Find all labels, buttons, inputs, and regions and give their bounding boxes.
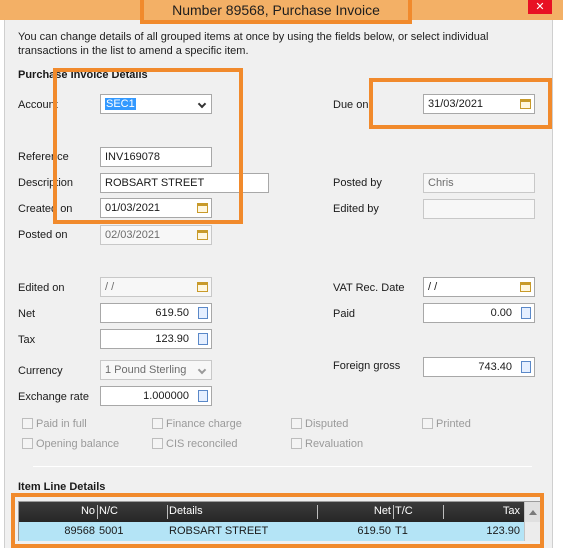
revaluation-label: Revaluation bbox=[305, 438, 364, 450]
edited-on-value: / / bbox=[105, 281, 115, 293]
calculator-icon[interactable] bbox=[521, 307, 531, 319]
close-icon: ✕ bbox=[535, 1, 545, 13]
tax-field[interactable]: 123.90 bbox=[100, 329, 212, 349]
posted-on-field: 02/03/2021 bbox=[100, 225, 212, 245]
posted-by-field: Chris bbox=[423, 173, 535, 193]
calculator-icon[interactable] bbox=[198, 333, 208, 345]
paid-value: 0.00 bbox=[490, 307, 512, 319]
posted-on-value: 02/03/2021 bbox=[105, 229, 161, 241]
checkbox-box bbox=[291, 418, 302, 429]
revaluation-checkbox[interactable]: Revaluation bbox=[291, 437, 363, 453]
paid-in-full-label: Paid in full bbox=[36, 418, 87, 430]
annotation-highlight-account bbox=[53, 68, 243, 224]
vat-rec-date-label: VAT Rec. Date bbox=[333, 282, 405, 294]
paid-in-full-checkbox[interactable]: Paid in full bbox=[22, 417, 87, 433]
paid-label: Paid bbox=[333, 308, 356, 320]
edited-by-field bbox=[423, 199, 535, 219]
finance-charge-label: Finance charge bbox=[166, 418, 242, 430]
disputed-checkbox[interactable]: Disputed bbox=[291, 417, 348, 433]
checkbox-box bbox=[291, 438, 302, 449]
posted-by-value: Chris bbox=[428, 177, 454, 189]
exchange-rate-label: Exchange rate bbox=[18, 391, 89, 403]
section-title-item-lines: Item Line Details bbox=[18, 481, 106, 493]
checkbox-box bbox=[422, 418, 433, 429]
annotation-highlight-due-on bbox=[369, 78, 552, 129]
posted-on-label: Posted on bbox=[18, 229, 68, 241]
calendar-icon[interactable] bbox=[520, 282, 531, 292]
opening-balance-label: Opening balance bbox=[36, 438, 120, 450]
disputed-label: Disputed bbox=[305, 418, 349, 430]
net-value: 619.50 bbox=[155, 307, 189, 319]
exchange-rate-field[interactable]: 1.000000 bbox=[100, 386, 212, 406]
window-edge bbox=[553, 20, 563, 548]
section-divider bbox=[33, 466, 532, 467]
finance-charge-checkbox[interactable]: Finance charge bbox=[152, 417, 242, 433]
foreign-gross-field[interactable]: 743.40 bbox=[423, 357, 535, 377]
intro-text: You can change details of all grouped it… bbox=[18, 31, 489, 57]
edited-on-field: / / bbox=[100, 277, 212, 297]
calculator-icon[interactable] bbox=[198, 307, 208, 319]
calculator-icon[interactable] bbox=[198, 390, 208, 402]
net-field[interactable]: 619.50 bbox=[100, 303, 212, 323]
cis-reconciled-checkbox[interactable]: CIS reconciled bbox=[152, 437, 238, 453]
annotation-highlight-title bbox=[140, 0, 412, 24]
account-label: Account bbox=[18, 99, 58, 111]
tax-value: 123.90 bbox=[155, 333, 189, 345]
vat-rec-date-value: / / bbox=[428, 281, 438, 293]
net-label: Net bbox=[18, 308, 36, 320]
printed-label: Printed bbox=[436, 418, 471, 430]
calendar-icon bbox=[197, 282, 208, 292]
vat-rec-date-field[interactable]: / / bbox=[423, 277, 535, 297]
printed-checkbox[interactable]: Printed bbox=[422, 417, 471, 433]
calculator-icon[interactable] bbox=[521, 361, 531, 373]
currency-select: 1 Pound Sterling bbox=[100, 360, 212, 380]
opening-balance-checkbox[interactable]: Opening balance bbox=[22, 437, 119, 453]
posted-by-label: Posted by bbox=[333, 177, 382, 189]
edited-on-label: Edited on bbox=[18, 282, 65, 294]
currency-value: 1 Pound Sterling bbox=[105, 364, 187, 376]
close-button[interactable]: ✕ bbox=[528, 0, 552, 14]
cis-reconciled-label: CIS reconciled bbox=[166, 438, 238, 450]
edited-by-label: Edited by bbox=[333, 203, 379, 215]
tax-label: Tax bbox=[18, 334, 36, 346]
checkbox-box bbox=[152, 438, 163, 449]
due-on-label: Due on bbox=[333, 99, 369, 111]
calendar-icon bbox=[197, 230, 208, 240]
annotation-highlight-item-lines bbox=[11, 493, 544, 548]
exchange-rate-value: 1.000000 bbox=[143, 390, 189, 402]
checkbox-box bbox=[22, 418, 33, 429]
checkbox-box bbox=[152, 418, 163, 429]
paid-field[interactable]: 0.00 bbox=[423, 303, 535, 323]
chevron-down-icon bbox=[197, 365, 207, 375]
foreign-gross-label: Foreign gross bbox=[333, 360, 401, 372]
foreign-gross-value: 743.40 bbox=[478, 361, 512, 373]
checkbox-box bbox=[22, 438, 33, 449]
currency-label: Currency bbox=[18, 365, 63, 377]
